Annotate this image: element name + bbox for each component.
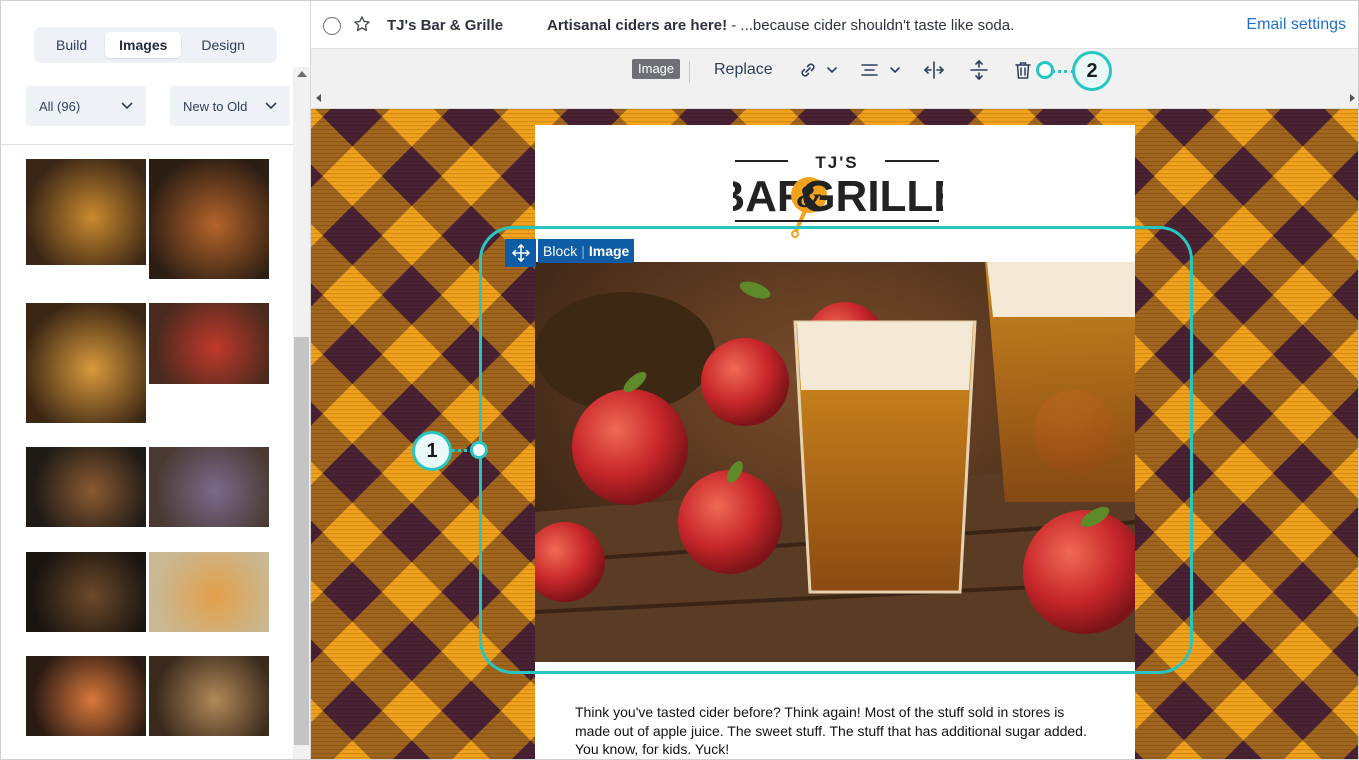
resize-width-button[interactable]	[923, 60, 945, 85]
replace-button[interactable]: Replace	[714, 61, 773, 79]
callout-dot-1	[470, 441, 488, 459]
block-type-tag[interactable]: Block | Image	[538, 239, 635, 263]
resize-width-icon	[923, 61, 945, 79]
hero-image[interactable]	[535, 262, 1135, 662]
block-label: Block | Image	[505, 239, 635, 267]
image-toolbar: Image Replace	[311, 49, 1358, 109]
tab-images[interactable]: Images	[105, 32, 182, 58]
subject-line: Artisanal ciders are here! - ...because …	[547, 17, 1014, 34]
move-icon	[511, 244, 530, 262]
callout-badge-2: 2	[1072, 51, 1112, 91]
sender-name: TJ's Bar & Grille	[387, 17, 504, 34]
gallery-thumbnail[interactable]	[26, 447, 146, 527]
move-handle[interactable]	[505, 239, 536, 267]
block-tag-separator: |	[581, 243, 585, 259]
delete-button[interactable]	[1013, 60, 1033, 85]
gallery-thumbnail[interactable]	[26, 656, 146, 736]
tab-design[interactable]: Design	[187, 32, 259, 58]
resize-height-icon	[970, 59, 988, 81]
logo-grille-text: GRILLE	[801, 172, 943, 221]
email-settings-link[interactable]: Email settings	[1246, 16, 1346, 34]
gallery-thumbnail[interactable]	[26, 552, 146, 632]
gallery-thumbnail[interactable]	[149, 552, 269, 632]
toolbar-separator	[689, 61, 690, 83]
trash-icon	[1015, 62, 1031, 79]
email-canvas: TJ'S BAR & GRILLE	[311, 109, 1358, 759]
divider	[1, 144, 293, 145]
brand-logo[interactable]: TJ'S BAR & GRILLE	[733, 151, 943, 241]
sidebar: Build Images Design All (96) New to Old	[1, 1, 311, 759]
callout-dot-2	[1036, 61, 1054, 79]
star-icon[interactable]	[353, 15, 371, 33]
subject-rest: - ...because cider shouldn't taste like …	[727, 17, 1015, 34]
toolbar-scroll-left-arrow[interactable]	[316, 94, 321, 102]
block-tag-label: Block	[543, 243, 578, 259]
sort-dropdown[interactable]: New to Old	[170, 86, 290, 126]
link-icon	[801, 63, 837, 77]
filter-dropdown-value: All (96)	[39, 98, 81, 114]
callout-badge-1: 1	[412, 431, 452, 471]
body-paragraph[interactable]: Think you've tasted cider before? Think …	[575, 703, 1095, 759]
toolbar-scroll-right-arrow[interactable]	[1350, 94, 1355, 102]
link-button[interactable]	[798, 60, 842, 85]
gallery-thumbnail[interactable]	[149, 656, 269, 736]
gallery-thumbnail[interactable]	[26, 303, 146, 423]
gallery-thumbnail[interactable]	[149, 303, 269, 384]
select-radio[interactable]	[323, 17, 341, 35]
align-button[interactable]	[860, 60, 904, 85]
tab-build[interactable]: Build	[42, 32, 101, 58]
align-icon	[861, 64, 900, 76]
chevron-down-icon	[265, 102, 277, 110]
gallery-thumbnail[interactable]	[149, 159, 269, 279]
gallery-thumbnail[interactable]	[26, 159, 146, 265]
email-header: TJ's Bar & Grille Artisanal ciders are h…	[311, 1, 1358, 49]
logo-small-text: TJ'S	[815, 153, 858, 172]
sidebar-scroll-thumb[interactable]	[294, 337, 309, 745]
sort-dropdown-value: New to Old	[183, 98, 248, 114]
filter-dropdown[interactable]: All (96)	[26, 86, 146, 126]
app-window: Build Images Design All (96) New to Old …	[0, 0, 1359, 760]
resize-height-button[interactable]	[968, 59, 990, 85]
scroll-up-arrow[interactable]	[297, 71, 307, 77]
chevron-down-icon	[121, 102, 133, 110]
subject-bold: Artisanal ciders are here!	[547, 17, 728, 34]
block-tag-type: Image	[588, 243, 630, 259]
email-content: TJ'S BAR & GRILLE	[535, 125, 1135, 759]
sidebar-tabs: Build Images Design	[34, 27, 277, 63]
gallery-thumbnail[interactable]	[149, 447, 269, 527]
image-badge: Image	[632, 59, 681, 79]
